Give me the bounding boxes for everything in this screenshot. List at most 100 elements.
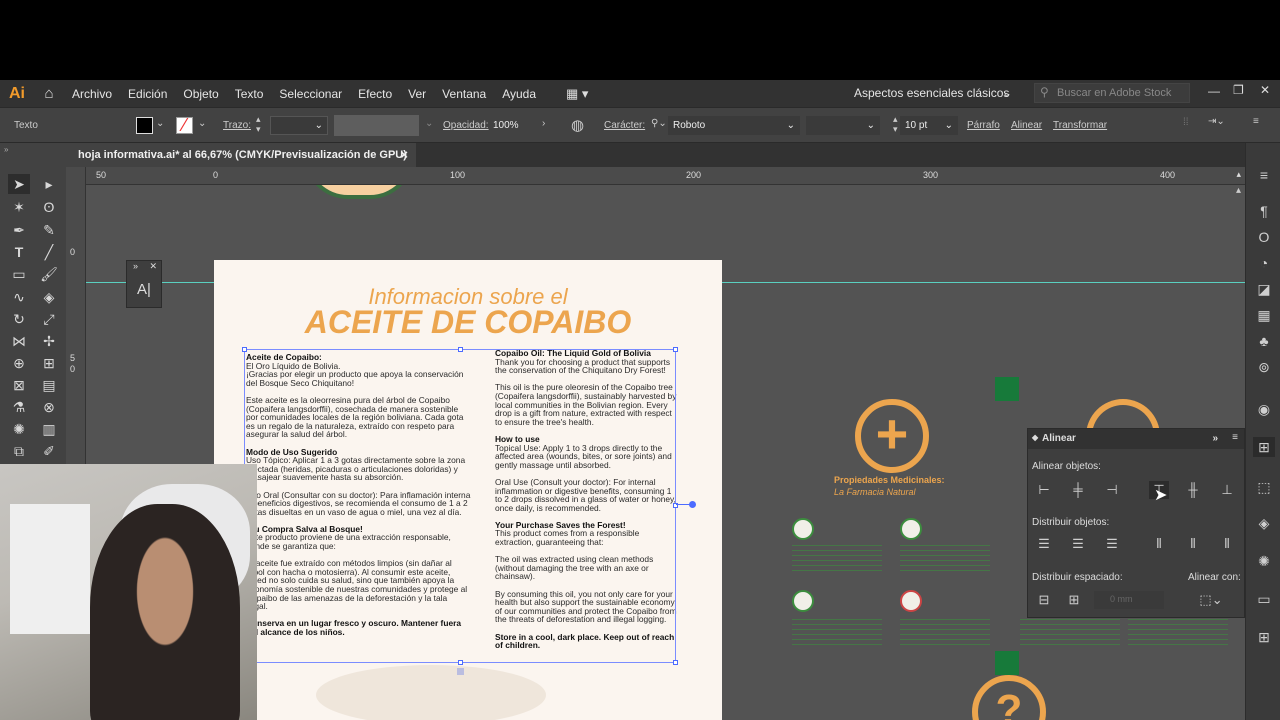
direct-selection-tool-icon[interactable]: ▸ — [38, 174, 60, 194]
eraser-tool-icon[interactable]: ◈ — [38, 287, 60, 307]
chevron-down-icon[interactable]: ⌄ — [425, 118, 433, 129]
menu-seleccionar[interactable]: Seleccionar — [271, 87, 350, 101]
layers-panel-icon[interactable]: ◈ — [1253, 513, 1275, 533]
minimize-window-icon[interactable]: — — [1208, 84, 1220, 98]
magic-wand-tool-icon[interactable]: ✶ — [8, 197, 30, 217]
variable-width-profile[interactable] — [334, 115, 419, 136]
spacing-value-field[interactable]: 0 mm — [1094, 591, 1164, 609]
close-window-icon[interactable]: ✕ — [1260, 83, 1270, 97]
opentype-panel-icon[interactable]: O — [1253, 227, 1275, 247]
distribute-top-icon[interactable]: ☰ — [1034, 535, 1054, 553]
close-icon[interactable]: ✕ — [149, 261, 157, 272]
resize-handle[interactable] — [673, 347, 678, 352]
align-link[interactable]: Alinear — [1011, 120, 1042, 131]
chevron-right-icon[interactable]: › — [542, 118, 545, 129]
blend-tool-icon[interactable]: ⊗ — [38, 397, 60, 417]
curvature-tool-icon[interactable]: ✎ — [38, 220, 60, 240]
distribute-horizontal-space-icon[interactable]: ⊞ — [1064, 591, 1084, 609]
stroke-swatch[interactable]: ⁄ — [176, 116, 193, 134]
fill-swatch[interactable] — [136, 117, 153, 134]
panel-expand-icon[interactable]: » — [133, 261, 138, 271]
workspace-chevron-icon[interactable]: ⌄ — [1002, 86, 1012, 100]
selection-tool-icon[interactable]: ➤ — [8, 174, 30, 194]
graph-tool-icon[interactable]: ▥ — [38, 419, 60, 439]
transform-link[interactable]: Transformar — [1053, 120, 1107, 131]
distribute-vertical-center-icon[interactable]: ☰ — [1068, 535, 1088, 553]
align-right-icon[interactable]: ⊣ — [1102, 481, 1122, 499]
resize-handle[interactable] — [458, 347, 463, 352]
distribute-right-icon[interactable]: ⫴ — [1217, 535, 1237, 553]
close-icon[interactable]: × — [400, 147, 408, 162]
mesh-tool-icon[interactable]: ⊠ — [8, 375, 30, 395]
menu-ver[interactable]: Ver — [400, 87, 434, 101]
align-to-selector-icon[interactable]: ⬚⌄ — [1196, 591, 1226, 609]
opacity-label[interactable]: Opacidad: — [443, 120, 489, 131]
panel-collapse-icon[interactable]: » — [1212, 433, 1218, 444]
rotate-tool-icon[interactable]: ↻ — [8, 309, 30, 329]
transform-panel-icon[interactable]: ⬚ — [1253, 477, 1275, 497]
character-label[interactable]: Carácter: — [604, 120, 645, 131]
font-size-stepper[interactable]: ▴ ▾ — [893, 114, 898, 134]
menu-ventana[interactable]: Ventana — [434, 87, 494, 101]
brushes-panel-icon[interactable]: ⊚ — [1253, 357, 1275, 377]
stroke-weight-stepper[interactable]: ▴ ▾ — [256, 114, 261, 134]
menu-efecto[interactable]: Efecto — [350, 87, 400, 101]
shape-builder-tool-icon[interactable]: ⊕ — [8, 353, 30, 373]
character-styles-icon[interactable]: A| — [137, 281, 151, 298]
line-tool-icon[interactable]: ╱ — [38, 242, 60, 262]
align-vertical-center-icon[interactable]: ╫ — [1183, 481, 1203, 499]
chevron-down-icon[interactable]: ⌄ — [198, 118, 206, 129]
links-panel-icon[interactable]: ⊞ — [1253, 627, 1275, 647]
distribute-left-icon[interactable]: ⫴ — [1149, 535, 1169, 553]
color-guide-icon[interactable]: ◪ — [1253, 279, 1275, 299]
eyedropper-tool-icon[interactable]: ⚗ — [8, 397, 30, 417]
recolor-icon[interactable]: ◍ — [571, 116, 584, 134]
menu-edicion[interactable]: Edición — [120, 87, 175, 101]
lasso-tool-icon[interactable]: ʘ — [38, 197, 60, 217]
collapse-toolbar-icon[interactable]: » — [4, 145, 8, 154]
gradient-tool-icon[interactable]: ▤ — [38, 375, 60, 395]
align-horizontal-center-icon[interactable]: ╪ — [1068, 481, 1088, 499]
stroke-weight-field[interactable]: ⌄ — [270, 116, 328, 135]
distribute-vertical-space-icon[interactable]: ⊟ — [1034, 591, 1054, 609]
align-bottom-icon[interactable]: ⊥ — [1217, 481, 1237, 499]
symbol-sprayer-tool-icon[interactable]: ✺ — [8, 419, 30, 439]
artboard-tool-icon[interactable]: ⧉ — [8, 441, 30, 461]
document-tab[interactable]: hoja informativa.ai* al 66,67% (CMYK/Pre… — [70, 143, 416, 167]
menu-texto[interactable]: Texto — [227, 87, 272, 101]
paintbrush-tool-icon[interactable]: 🖌 — [38, 264, 60, 284]
artboards-panel-icon[interactable]: ▭ — [1253, 589, 1275, 609]
chevron-down-icon[interactable]: ⌄ — [156, 118, 164, 129]
pen-tool-icon[interactable]: ✒ — [8, 220, 30, 240]
scale-tool-icon[interactable]: ⤢ — [38, 309, 60, 329]
distribute-horizontal-center-icon[interactable]: ⫴ — [1183, 535, 1203, 553]
align-panel-icon[interactable]: ⊞ — [1253, 437, 1275, 457]
rectangle-tool-icon[interactable]: ▭ — [8, 264, 30, 284]
home-icon[interactable]: ⌂ — [34, 85, 64, 102]
symbols-panel-icon[interactable]: ♣ — [1253, 331, 1275, 351]
opacity-value[interactable]: 100% — [493, 120, 519, 131]
asset-export-icon[interactable]: ✺ — [1253, 551, 1275, 571]
color-panel-icon[interactable]: ◔ — [1253, 253, 1275, 273]
font-family-field[interactable]: Roboto ⌄ — [668, 116, 800, 135]
swatches-panel-icon[interactable]: ▦ — [1253, 305, 1275, 325]
restore-window-icon[interactable]: ❐ — [1233, 83, 1244, 97]
grid-options-icon[interactable]: ⁞⁞ — [1183, 117, 1189, 128]
text-frame-selection[interactable] — [242, 347, 696, 675]
align-panel-header[interactable]: ◆ Alinear » ≡ — [1028, 429, 1244, 449]
workspace-switcher[interactable]: Aspectos esenciales clásicos — [854, 86, 1009, 100]
panel-menu-icon[interactable]: ≡ — [1253, 165, 1275, 185]
text-wrap-icon[interactable]: ⇥⌄ — [1208, 116, 1225, 127]
horizontal-ruler[interactable]: 50 0 100 200 300 400 ▴ — [86, 167, 1245, 185]
align-left-icon[interactable]: ⊢ — [1034, 481, 1054, 499]
type-tool-icon[interactable]: T — [8, 242, 30, 262]
stroke-label[interactable]: Trazo: — [223, 120, 251, 131]
puppet-warp-tool-icon[interactable]: ✢ — [38, 331, 60, 351]
shaper-tool-icon[interactable]: ∿ — [8, 287, 30, 307]
menu-objeto[interactable]: Objeto — [175, 87, 226, 101]
paragraph-panel-icon[interactable]: ¶ — [1253, 201, 1275, 221]
text-thread-dot[interactable] — [689, 501, 696, 508]
font-size-field[interactable]: 10 pt ⌄ — [900, 116, 958, 135]
panel-menu-icon[interactable]: ≡ — [1253, 116, 1259, 127]
distribute-bottom-icon[interactable]: ☰ — [1102, 535, 1122, 553]
